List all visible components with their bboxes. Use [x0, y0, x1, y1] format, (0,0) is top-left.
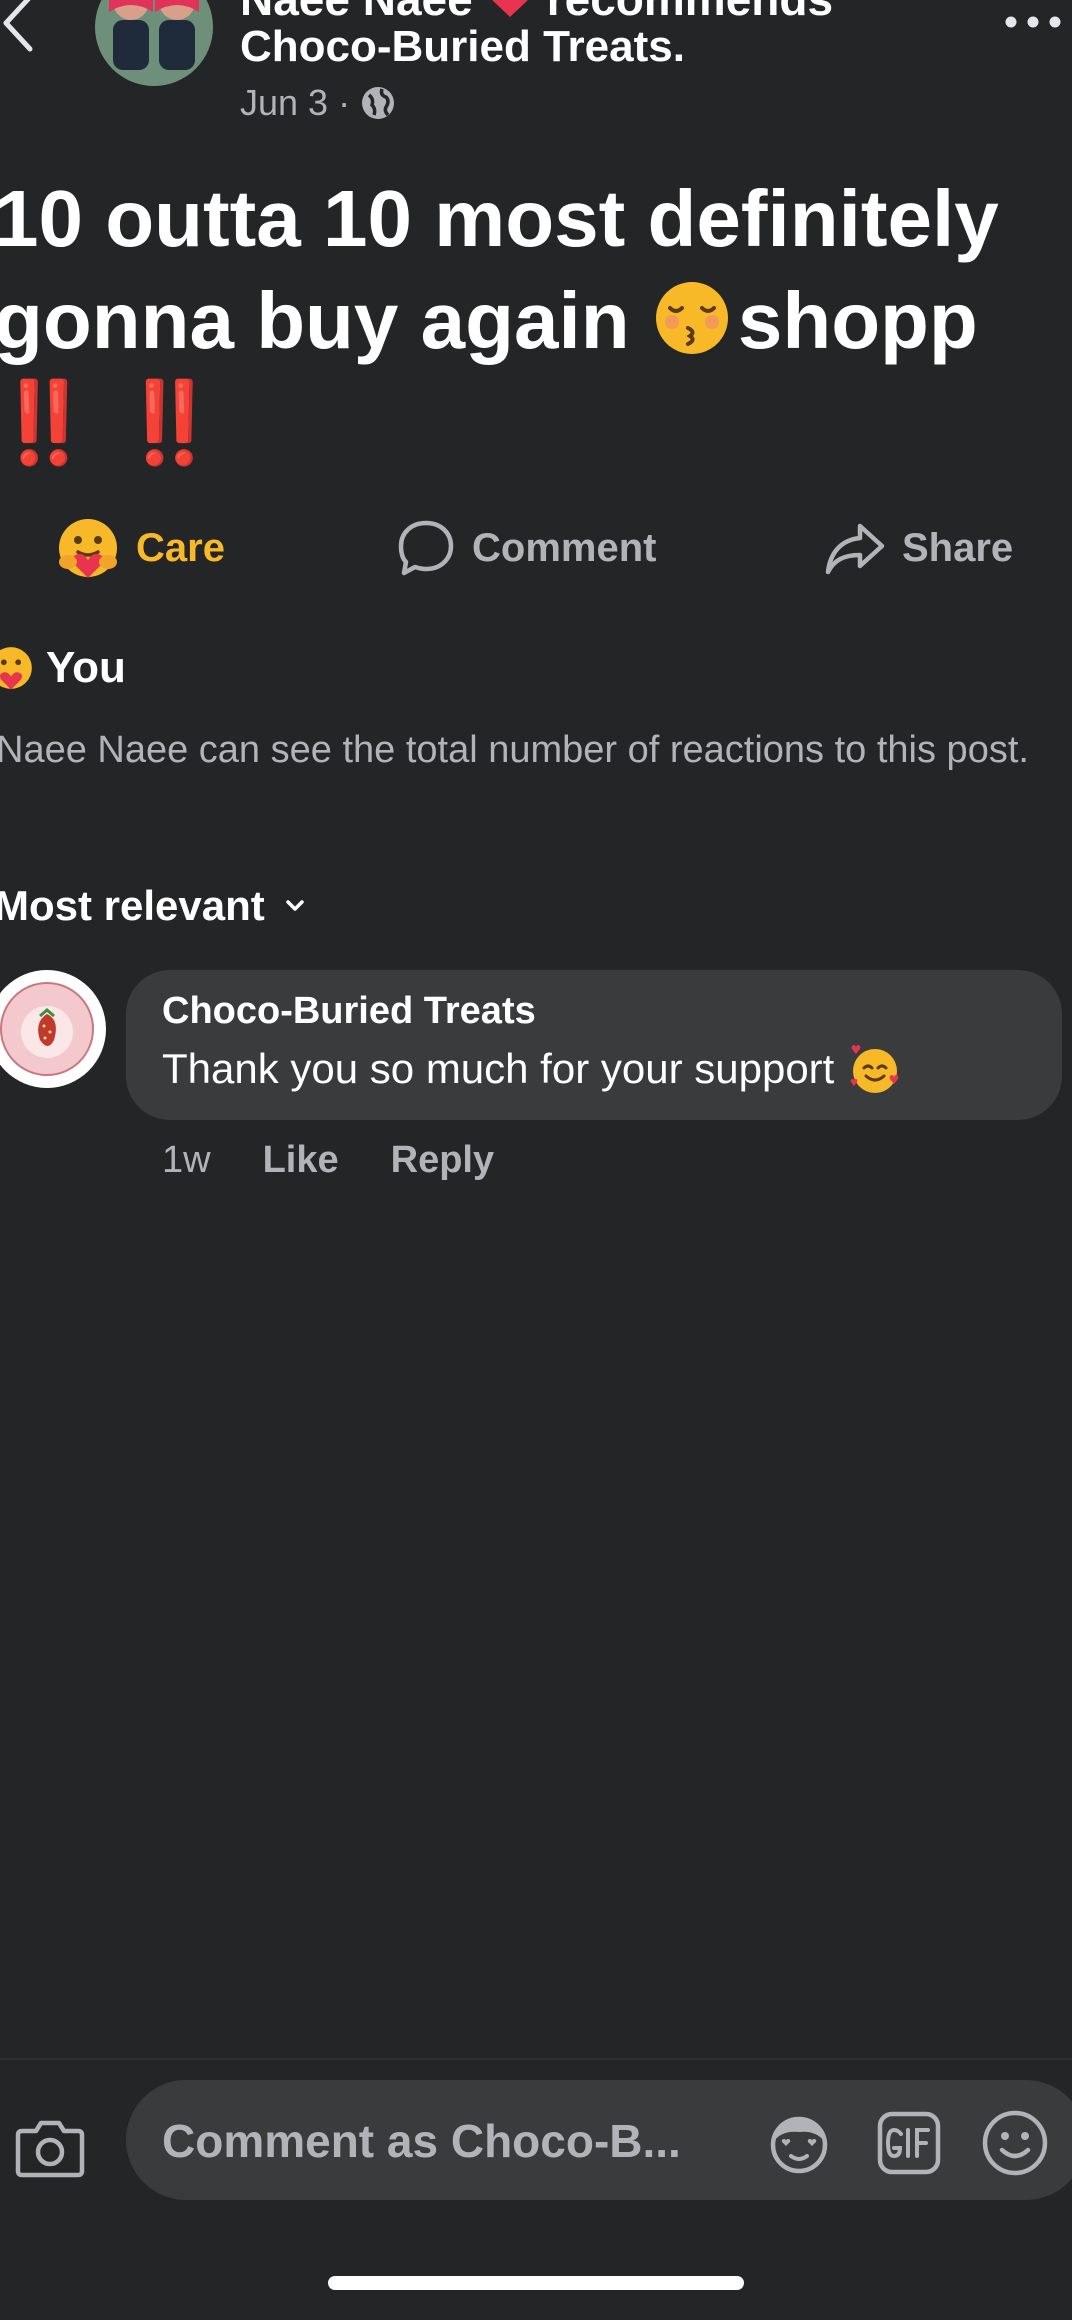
comment-bubble-icon [398, 520, 454, 576]
comment-author[interactable]: Choco-Buried Treats [162, 990, 536, 1033]
care-emoji-icon [59, 519, 117, 578]
comment-meta: 1w Like Reply [162, 1132, 494, 1188]
post-body-line-2: gonna buy again shopp [0, 270, 1072, 372]
care-reaction-button[interactable]: Care [56, 508, 225, 588]
more-options-button[interactable] [998, 0, 1068, 44]
post-body-line-3: ‼️ ‼️ [0, 378, 222, 467]
comment-like-button[interactable]: Like [263, 1139, 339, 1182]
chevron-down-icon [286, 900, 304, 911]
heart-icon [491, 0, 528, 17]
avatar-sticker-button[interactable] [762, 2106, 836, 2180]
post-action-bar: Care Comment Share [0, 508, 1072, 588]
smiling-face-with-hearts-icon [851, 1045, 899, 1093]
comment-text: Thank you so much for your support [162, 1045, 835, 1092]
comment-sort-dropdown[interactable]: Most relevant [0, 876, 305, 936]
reactions-you-label: You [46, 643, 126, 692]
share-label: Share [902, 525, 1014, 570]
post-body-line-2-end: shopp [737, 276, 978, 365]
camera-icon [15, 2120, 85, 2178]
emoji-button[interactable] [978, 2106, 1052, 2180]
home-indicator[interactable] [328, 2276, 744, 2290]
post-meta: Jun 3 · [240, 78, 396, 128]
post-date[interactable]: Jun 3 [240, 82, 328, 124]
profile-photo-icon [95, 0, 213, 86]
sort-label: Most relevant [0, 882, 265, 929]
care-label: Care [136, 525, 225, 570]
share-arrow-icon [825, 523, 885, 575]
comment-action-button[interactable]: Comment [396, 508, 656, 588]
back-button[interactable] [0, 0, 44, 58]
avatar-sticker-icon [770, 2116, 828, 2174]
gif-icon [877, 2111, 941, 2175]
recommended-page-name[interactable]: Choco-Buried Treats. [240, 20, 685, 74]
comment-bubble[interactable]: Choco-Buried Treats Thank you so much fo… [126, 970, 1062, 1120]
author-avatar[interactable] [95, 0, 213, 86]
reactions-privacy-note: Naee Naee can see the total number of re… [0, 729, 1029, 771]
care-emoji-small-icon [0, 647, 32, 690]
post-body-line-1: 10 outta 10 most definitely [0, 174, 999, 263]
post-body: 10 outta 10 most definitely gonna buy ag… [0, 168, 1072, 474]
kissing-face-emoji-icon [655, 282, 728, 354]
post-body-line-2-start: gonna buy again [0, 276, 630, 365]
chevron-left-icon [3, 0, 33, 52]
choco-buried-treats-logo-icon [0, 975, 101, 1083]
share-action-button[interactable]: Share [824, 508, 1013, 588]
comment-time: 1w [162, 1138, 211, 1181]
smiley-icon [982, 2110, 1048, 2176]
ellipsis-icon [1005, 16, 1061, 28]
camera-button[interactable] [12, 2110, 88, 2186]
comment-text-row: Thank you so much for your support [162, 1042, 902, 1096]
comment-label: Comment [472, 525, 657, 570]
reactions-summary[interactable]: You [0, 636, 126, 700]
commenter-avatar[interactable] [0, 970, 106, 1088]
globe-icon [362, 87, 395, 119]
meta-separator: · [338, 82, 351, 123]
post-detail-screen: Naee Naee recommends Choco-Buried Treats… [0, 0, 1072, 2320]
comment-reply-button[interactable]: Reply [391, 1139, 494, 1182]
gif-button[interactable] [872, 2106, 946, 2180]
